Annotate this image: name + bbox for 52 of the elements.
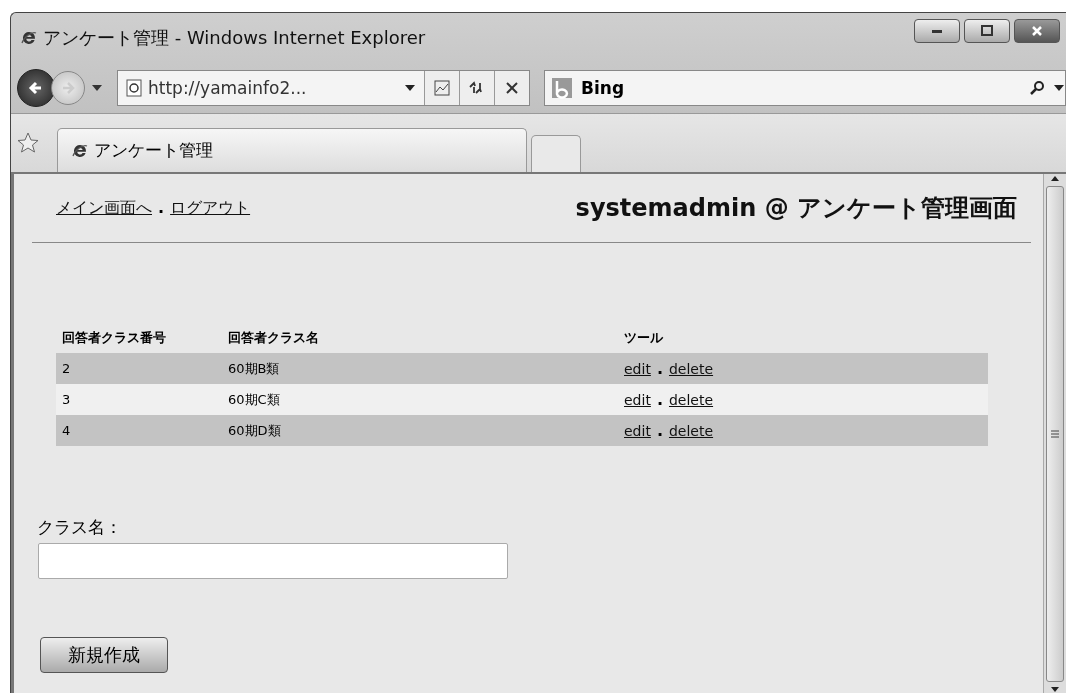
scroll-down-icon[interactable] bbox=[1050, 686, 1060, 693]
table-cell: 60期B類 bbox=[222, 353, 618, 384]
refresh-button[interactable] bbox=[459, 71, 494, 105]
search-icon[interactable] bbox=[1029, 80, 1045, 96]
nav-link[interactable]: ログアウト bbox=[170, 197, 251, 217]
maximize-icon bbox=[980, 25, 994, 37]
minimize-button[interactable] bbox=[914, 19, 960, 43]
minimize-icon bbox=[932, 29, 942, 33]
grip-icon bbox=[1051, 430, 1059, 438]
compatibility-icon bbox=[433, 79, 451, 97]
column-header: 回答者クラス名 bbox=[222, 323, 618, 353]
scroll-up-icon[interactable] bbox=[1050, 174, 1060, 182]
back-button[interactable] bbox=[17, 69, 55, 107]
dropdown-caret-icon[interactable] bbox=[404, 83, 416, 93]
maximize-button[interactable] bbox=[964, 19, 1010, 43]
delete-link[interactable]: delete bbox=[668, 392, 714, 408]
scrollbar[interactable] bbox=[1043, 174, 1066, 693]
table-cell: 60期C類 bbox=[222, 384, 618, 415]
forward-button[interactable] bbox=[51, 71, 85, 105]
dropdown-caret-icon[interactable] bbox=[1053, 83, 1065, 93]
browser-logo-icon bbox=[21, 30, 37, 46]
browser-logo-icon bbox=[72, 142, 88, 159]
table-cell: 2 bbox=[56, 353, 222, 384]
field-label: クラス名： bbox=[37, 516, 123, 539]
edit-link[interactable]: edit bbox=[624, 361, 651, 377]
table-cell: 4 bbox=[56, 415, 222, 446]
column-header: ツール bbox=[618, 323, 988, 353]
separator-text: . bbox=[656, 390, 663, 409]
search-box[interactable]: Bing bbox=[544, 70, 1066, 106]
browser-tab[interactable]: アンケート管理 bbox=[57, 128, 527, 172]
edit-link[interactable]: edit bbox=[624, 423, 651, 439]
close-icon bbox=[1030, 25, 1044, 37]
create-button[interactable]: 新規作成 bbox=[40, 637, 168, 673]
separator-text: . bbox=[656, 359, 663, 378]
stop-button[interactable] bbox=[494, 71, 529, 105]
nav-link[interactable]: メイン画面へ bbox=[56, 197, 152, 217]
column-header: 回答者クラス番号 bbox=[56, 323, 222, 353]
separator-text: . bbox=[158, 197, 165, 217]
close-button[interactable] bbox=[1014, 19, 1060, 43]
table-cell: 60期D類 bbox=[222, 415, 618, 446]
page-icon bbox=[126, 79, 142, 97]
separator-text: . bbox=[656, 421, 663, 440]
window-title: アンケート管理 - Windows Internet Explorer bbox=[43, 26, 427, 50]
favorites-star-icon[interactable] bbox=[17, 132, 39, 154]
input-field[interactable] bbox=[38, 543, 508, 579]
table-cell: 3 bbox=[56, 384, 222, 415]
page-heading: systemadmin @ アンケート管理画面 bbox=[575, 193, 1017, 224]
delete-link[interactable]: delete bbox=[668, 423, 714, 439]
delete-link[interactable]: delete bbox=[668, 361, 714, 377]
dropdown-caret-icon[interactable] bbox=[91, 83, 103, 93]
search-provider-icon bbox=[551, 77, 573, 99]
edit-link[interactable]: edit bbox=[624, 392, 651, 408]
